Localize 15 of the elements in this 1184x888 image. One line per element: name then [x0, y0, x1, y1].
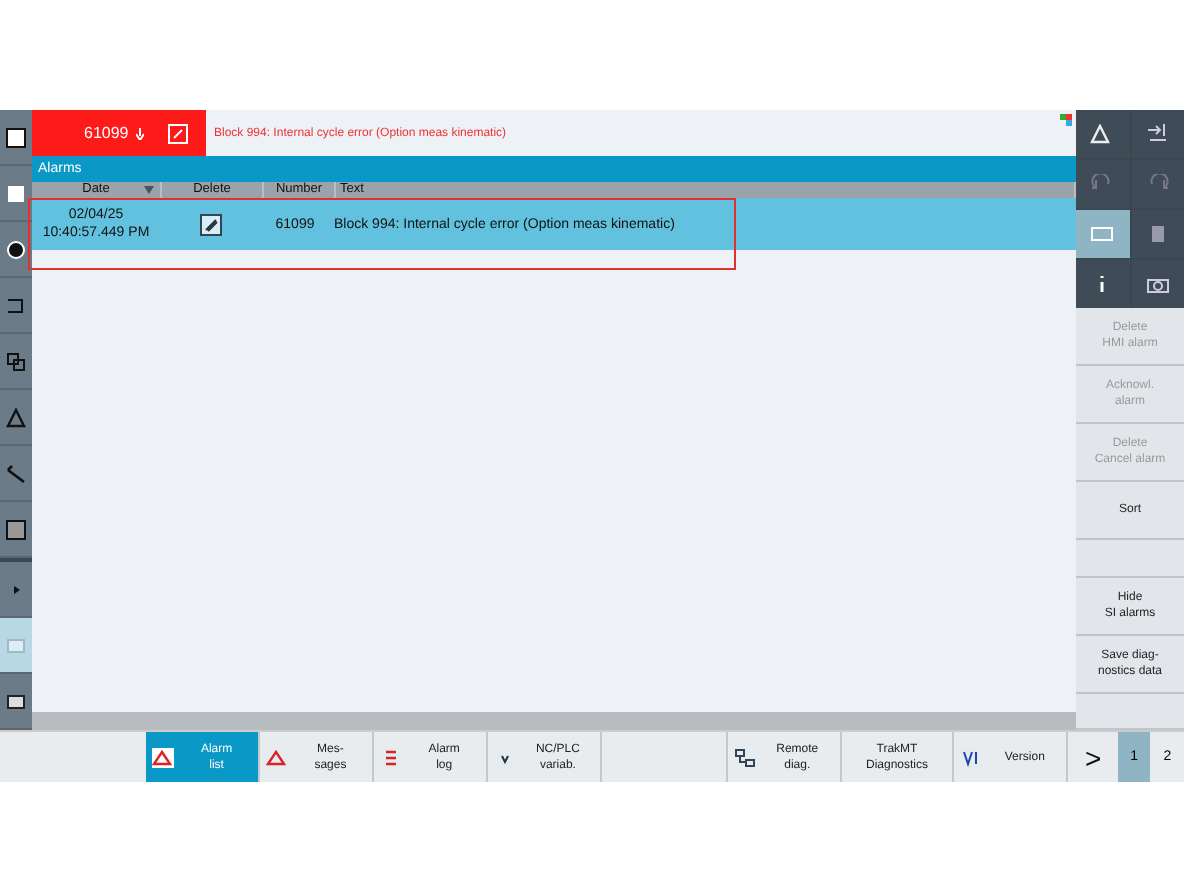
warning-icon[interactable] — [6, 407, 26, 427]
camera-icon[interactable] — [1145, 274, 1170, 294]
warning-icon — [266, 747, 289, 767]
auto-icon[interactable] — [1145, 124, 1170, 144]
network-icon — [733, 747, 756, 767]
copy-icon[interactable] — [6, 351, 26, 371]
status-icon — [1060, 114, 1072, 126]
edit-icon[interactable] — [199, 213, 221, 235]
warning-icon — [152, 747, 175, 767]
wrench-icon[interactable] — [6, 463, 26, 483]
down-arrow-icon — [136, 127, 145, 139]
version-icon — [960, 747, 983, 767]
bracket-icon[interactable] — [6, 295, 26, 315]
alarm-number: 61099 — [84, 124, 129, 142]
warning-icon[interactable] — [1090, 124, 1115, 144]
